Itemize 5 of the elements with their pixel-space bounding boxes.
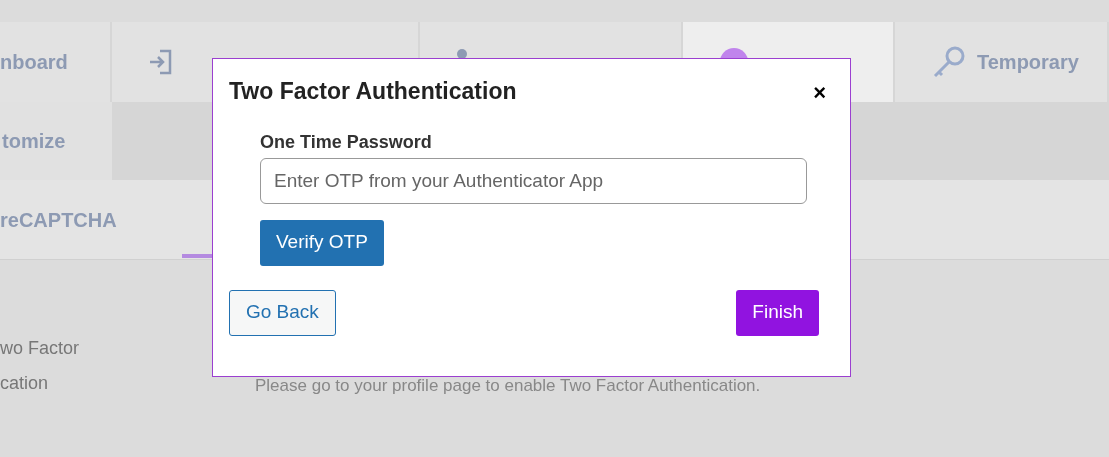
dialog-title: Two Factor Authentication bbox=[229, 77, 517, 106]
field-label: One Time Password bbox=[260, 130, 433, 154]
setting-label: cation bbox=[0, 372, 49, 395]
message-text: Please go to your profile page to enable Two Factor Authentication. bbox=[255, 375, 761, 397]
setting-label: wo Factor bbox=[0, 337, 80, 360]
